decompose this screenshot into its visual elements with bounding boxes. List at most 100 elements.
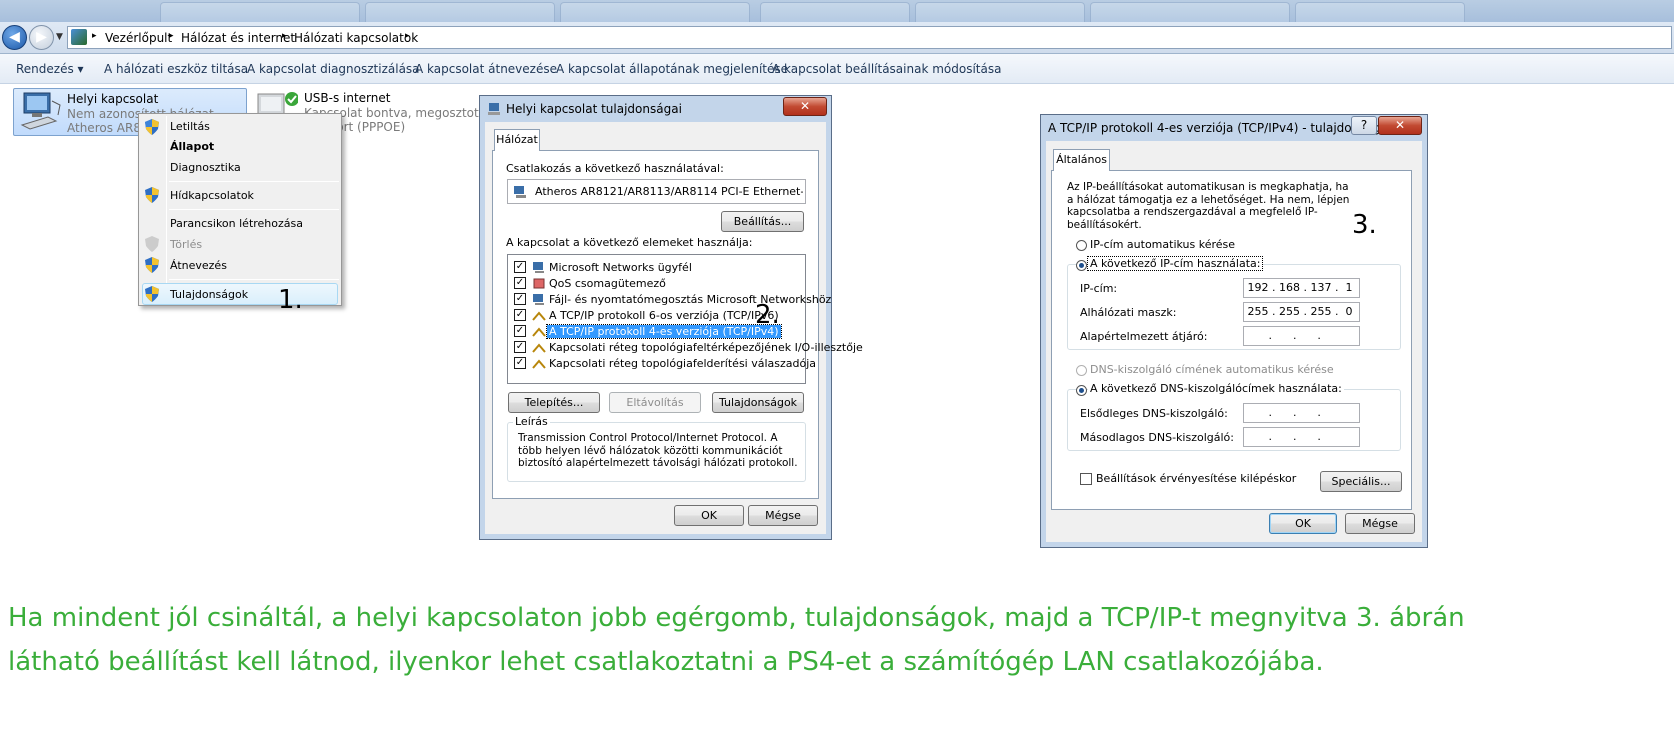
uninstall-button: Eltávolítás (609, 392, 701, 413)
menu-item-properties[interactable]: Tulajdonságok (170, 288, 248, 301)
menu-item-rename[interactable]: Átnevezés (170, 259, 227, 272)
uac-shield-icon (145, 236, 159, 252)
auto-ip-radio[interactable] (1076, 240, 1087, 251)
uac-shield-icon (145, 187, 159, 203)
subnet-mask-field[interactable]: 255 . 255 . 255 . 0 (1243, 302, 1360, 322)
caption-line-2: látható beállítást kell látnod, ilyenkor… (8, 647, 1324, 677)
item-label: Fájl- és nyomtatómegosztás Microsoft Net… (549, 293, 832, 306)
protocol-icon (532, 327, 546, 337)
change-settings-button[interactable]: A kapcsolat beállításainak módosítása (772, 62, 1001, 76)
intro-text: Az IP-beállításokat automatikusan is meg… (1067, 181, 1350, 231)
close-icon: ✕ (1394, 118, 1406, 132)
close-icon: ✕ (799, 99, 811, 113)
network-adapter-icon (514, 186, 526, 198)
close-button[interactable]: ✕ (1378, 116, 1422, 135)
cancel-button[interactable]: Mégse (1345, 513, 1415, 534)
menu-item-bridge[interactable]: Hídkapcsolatok (170, 189, 254, 202)
default-gateway-field[interactable]: . . . (1243, 326, 1360, 346)
recent-pages-dropdown-icon[interactable]: ▼ (56, 32, 63, 42)
item-checkbox[interactable]: ✓ (514, 309, 526, 321)
ip-address-label: IP-cím: (1080, 282, 1118, 295)
diagnose-button[interactable]: A kapcsolat diagnosztizálása (247, 62, 420, 76)
instruction-caption: Ha mindent jól csináltál, a helyi kapcso… (8, 596, 1668, 684)
dialog-title: A TCP/IP protokoll 4-es verziója (TCP/IP… (1048, 121, 1395, 135)
back-arrow-icon: ◀ (9, 29, 20, 45)
service-icon (533, 294, 544, 305)
browser-tab[interactable] (915, 2, 1085, 22)
description-label: Leírás (513, 415, 550, 428)
breadcrumb-network-connections[interactable]: Hálózati kapcsolatok (294, 31, 418, 45)
properties-button[interactable]: Tulajdonságok (712, 392, 804, 413)
tab-general[interactable]: Általános (1053, 149, 1110, 171)
install-button[interactable]: Telepítés... (508, 392, 600, 413)
cancel-button[interactable]: Mégse (748, 505, 818, 526)
item-checkbox[interactable]: ✓ (514, 357, 526, 369)
manual-ip-label: A következő IP-cím használata: (1086, 256, 1264, 271)
item-checkbox[interactable]: ✓ (514, 261, 526, 273)
subnet-mask-label: Alhálózati maszk: (1080, 306, 1177, 319)
breadcrumb-control-panel[interactable]: Vezérlőpult (105, 31, 172, 45)
item-checkbox[interactable]: ✓ (514, 277, 526, 289)
step-label-3: 3. (1352, 210, 1377, 240)
ok-button[interactable]: OK (674, 505, 744, 526)
adapter-field: Atheros AR8121/AR8113/AR8114 PCI-E Ether… (507, 179, 806, 204)
browser-tab[interactable] (560, 2, 750, 22)
preferred-dns-field[interactable]: . . . (1243, 403, 1360, 423)
manual-dns-label: A következő DNS-kiszolgálócímek használa… (1088, 382, 1344, 395)
auto-ip-label: IP-cím automatikus kérése (1090, 238, 1236, 251)
step-label-2: 2. (755, 300, 780, 330)
disable-device-button[interactable]: A hálózati eszköz tiltása (104, 62, 248, 76)
browser-tab[interactable] (365, 2, 555, 22)
help-button[interactable]: ? (1351, 116, 1377, 135)
default-gateway-label: Alapértelmezett átjáró: (1080, 330, 1208, 343)
network-adapter-icon (18, 91, 62, 131)
menu-item-diagnose[interactable]: Diagnosztika (170, 161, 241, 174)
caption-line-1: Ha mindent jól csináltál, a helyi kapcso… (8, 603, 1465, 633)
validate-checkbox[interactable] (1080, 473, 1092, 485)
uac-shield-icon (145, 286, 159, 302)
control-panel-icon (71, 29, 87, 45)
item-checkbox[interactable]: ✓ (514, 293, 526, 305)
rename-button[interactable]: A kapcsolat átnevezése (415, 62, 557, 76)
ip-address-field[interactable]: 192 . 168 . 137 . 1 (1243, 278, 1360, 298)
forward-button[interactable]: ▶ (29, 25, 54, 50)
protocol-icon (532, 311, 546, 321)
item-checkbox[interactable]: ✓ (514, 341, 526, 353)
address-bar: ◀ ▶ ▼ ▸ Vezérlőpult ▸ Hálózat és interne… (0, 22, 1674, 54)
menu-item-create-shortcut[interactable]: Parancsikon létrehozása (170, 217, 303, 230)
item-checkbox[interactable]: ✓ (514, 325, 526, 337)
menu-item-disable[interactable]: Letiltás (170, 120, 210, 133)
configure-button[interactable]: Beállítás... (721, 211, 804, 232)
breadcrumb-separator-icon: ▸ (405, 31, 410, 41)
menu-item-status[interactable]: Állapot (170, 140, 214, 153)
item-label-selected: A TCP/IP protokoll 4-es verziója (TCP/IP… (546, 324, 782, 339)
browser-tab[interactable] (760, 2, 910, 22)
organize-button[interactable]: Rendezés ▾ (16, 62, 84, 76)
manual-dns-radio[interactable] (1076, 385, 1087, 396)
address-field[interactable]: ▸ Vezérlőpult ▸ Hálózat és internet ▸ Há… (67, 26, 1672, 49)
command-bar: Rendezés ▾ A hálózati eszköz tiltása A k… (0, 54, 1674, 84)
advanced-button[interactable]: Speciális... (1320, 471, 1402, 492)
back-button[interactable]: ◀ (2, 25, 27, 50)
close-button[interactable]: ✕ (783, 97, 827, 116)
view-status-button[interactable]: A kapcsolat állapotának megjelenítése (556, 62, 788, 76)
ok-button[interactable]: OK (1269, 513, 1337, 534)
item-label: Kapcsolati réteg topológiafeltérképezőjé… (549, 341, 863, 354)
browser-tab[interactable] (1090, 2, 1290, 22)
dialog-title: Helyi kapcsolat tulajdonságai (506, 102, 682, 116)
context-menu: Letiltás Állapot Diagnosztika Hídkapcsol… (138, 113, 342, 306)
uac-shield-icon (145, 119, 159, 135)
adapter-name: USB-s internet (304, 91, 391, 105)
browser-tab[interactable] (160, 2, 360, 22)
breadcrumb-separator-icon: ▸ (169, 31, 174, 41)
browser-tab[interactable] (1295, 2, 1465, 22)
breadcrumb-network-internet[interactable]: Hálózat és internet (181, 31, 295, 45)
breadcrumb-separator-icon: ▸ (92, 31, 97, 41)
uac-shield-icon (145, 257, 159, 273)
adapter-name: Atheros AR8121/AR8113/AR8114 PCI-E Ether… (535, 185, 803, 198)
item-label: Microsoft Networks ügyfél (549, 261, 692, 274)
alternate-dns-field[interactable]: . . . (1243, 427, 1360, 447)
manual-ip-radio[interactable] (1076, 260, 1087, 271)
tab-network[interactable]: Hálózat (494, 129, 540, 151)
ipv4-properties-dialog: A TCP/IP protokoll 4-es verziója (TCP/IP… (1040, 114, 1428, 548)
